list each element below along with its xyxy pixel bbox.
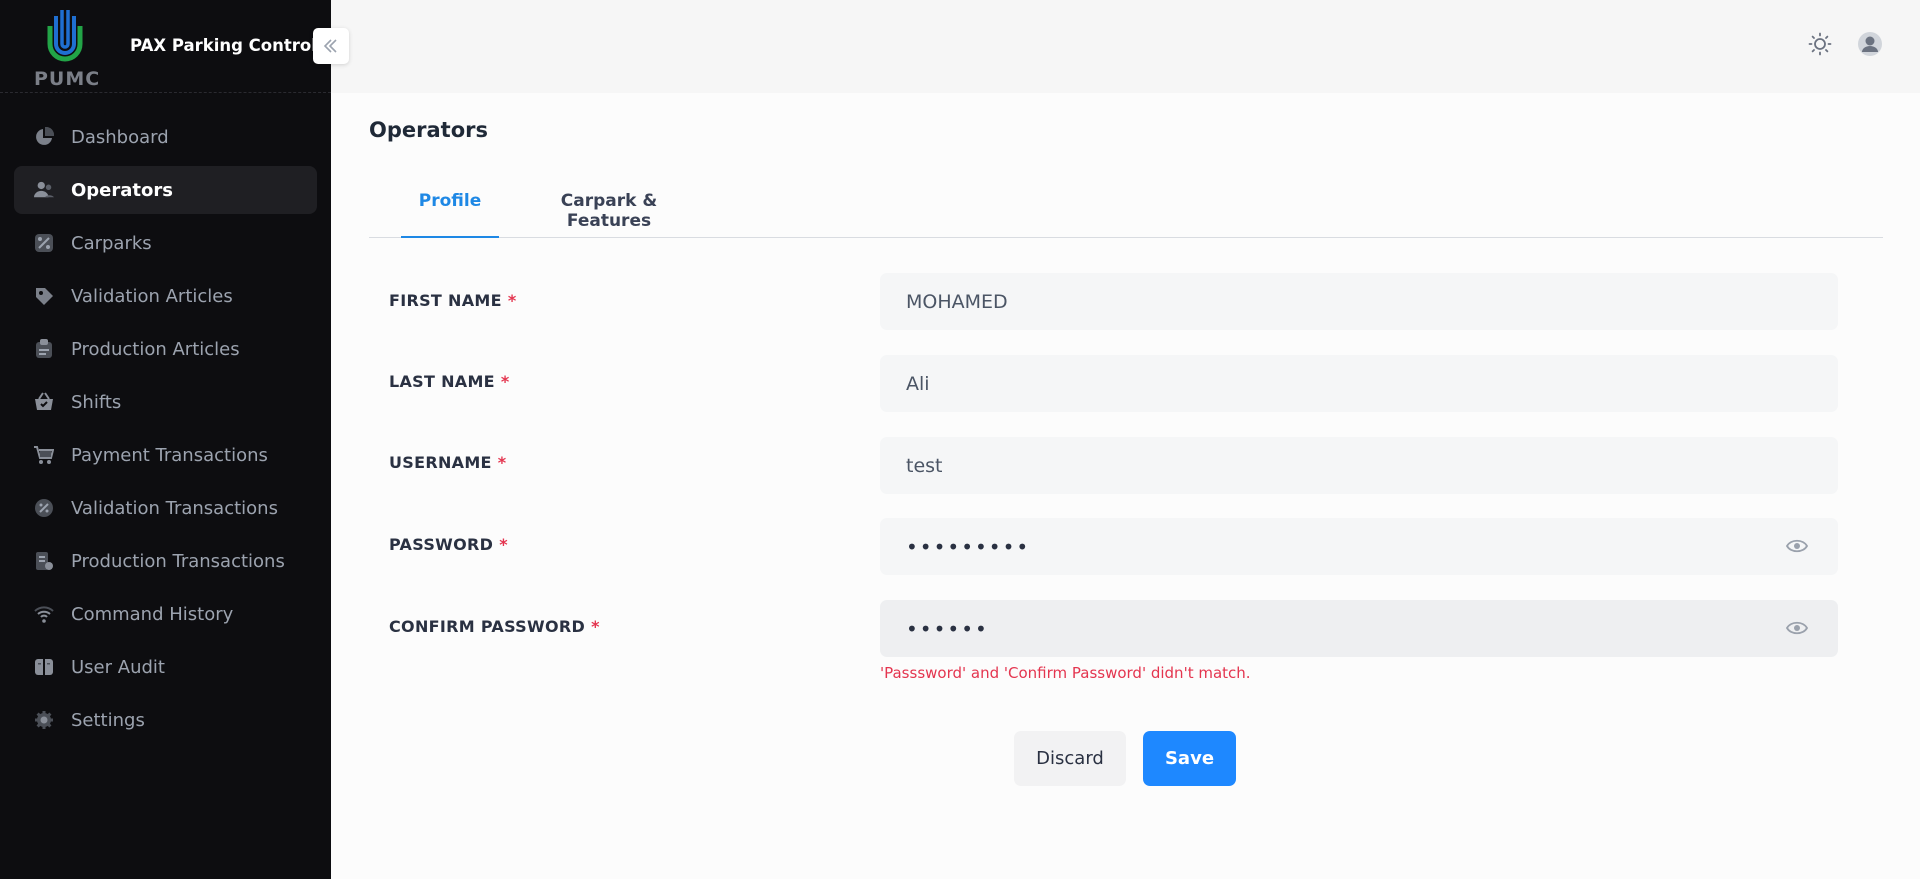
- pumc-logo: PUMC: [30, 8, 101, 90]
- sidebar-item-label: Carparks: [71, 232, 152, 254]
- discard-button[interactable]: Discard: [1014, 731, 1126, 786]
- required-marker: *: [591, 617, 600, 636]
- required-marker: *: [507, 291, 517, 310]
- app-name: PAX Parking Control: [130, 36, 317, 55]
- eye-icon[interactable]: [1786, 537, 1808, 555]
- eye-icon[interactable]: [1786, 619, 1808, 637]
- user-menu-button[interactable]: [1856, 30, 1884, 58]
- pie-chart-icon: [34, 127, 54, 147]
- sidebar-item-payment-transactions[interactable]: Payment Transactions: [14, 431, 317, 479]
- user-avatar-icon: [1858, 32, 1882, 56]
- sidebar-item-settings[interactable]: Settings: [14, 696, 317, 744]
- sidebar-item-production-articles[interactable]: Production Articles: [14, 325, 317, 373]
- confirm-password-label: CONFIRM PASSWORD *: [389, 617, 600, 636]
- brand: PUMC PAX Parking Control: [0, 0, 331, 93]
- tag-icon: [34, 286, 54, 306]
- wifi-icon: [34, 604, 54, 624]
- receipt-icon: [34, 339, 54, 359]
- sun-icon: [1808, 32, 1832, 56]
- logo-mark-icon: [47, 10, 83, 62]
- sidebar-collapse-button[interactable]: [313, 28, 349, 64]
- last-name-label: LAST NAME *: [389, 372, 510, 391]
- sidebar-item-label: Settings: [71, 709, 145, 731]
- sidebar-item-command-history[interactable]: Command History: [14, 590, 317, 638]
- sidebar-item-production-transactions[interactable]: Production Transactions: [14, 537, 317, 585]
- sidebar-item-carparks[interactable]: Carparks: [14, 219, 317, 267]
- main-content: Operators Profile Carpark & Features FIR…: [331, 93, 1920, 879]
- page-title: Operators: [369, 118, 488, 142]
- discount-badge-icon: [34, 498, 54, 518]
- sidebar-item-dashboard[interactable]: Dashboard: [14, 113, 317, 161]
- gear-icon: [34, 710, 54, 730]
- tab-carpark-features[interactable]: Carpark & Features: [519, 183, 699, 238]
- first-name-field[interactable]: MOHAMED: [880, 273, 1838, 330]
- password-mismatch-error: 'Passsword' and 'Confirm Password' didn'…: [880, 664, 1251, 682]
- sidebar-item-label: Production Articles: [71, 338, 240, 360]
- tab-profile[interactable]: Profile: [401, 183, 499, 238]
- sidebar-item-shifts[interactable]: Shifts: [14, 378, 317, 426]
- sidebar-item-label: Command History: [71, 603, 234, 625]
- sidebar-item-label: User Audit: [71, 656, 165, 678]
- top-header: [331, 0, 1920, 93]
- sidebar-item-label: Shifts: [71, 391, 122, 413]
- sidebar-item-label: Production Transactions: [71, 550, 285, 572]
- sidebar-item-label: Payment Transactions: [71, 444, 268, 466]
- username-label: USERNAME *: [389, 453, 507, 472]
- sidebar-item-validation-transactions[interactable]: Validation Transactions: [14, 484, 317, 532]
- document-icon: [34, 551, 54, 571]
- users-icon: [34, 180, 54, 200]
- password-label: PASSWORD *: [389, 535, 508, 554]
- last-name-field[interactable]: Ali: [880, 355, 1838, 412]
- logo-text: PUMC: [34, 68, 101, 90]
- first-name-label: FIRST NAME *: [389, 291, 517, 310]
- sidebar: PUMC PAX Parking Control Dashboard Opera…: [0, 0, 331, 879]
- password-field[interactable]: •••••••••: [880, 518, 1838, 575]
- tab-bar: Profile Carpark & Features: [369, 183, 1883, 238]
- sidebar-item-label: Dashboard: [71, 126, 169, 148]
- sidebar-nav: Dashboard Operators Carparks Validation …: [0, 113, 331, 749]
- password-value: •••••••••: [906, 534, 1031, 559]
- username-field[interactable]: test: [880, 437, 1838, 494]
- required-marker: *: [500, 372, 510, 391]
- sidebar-item-label: Validation Transactions: [71, 497, 278, 519]
- required-marker: *: [499, 535, 508, 554]
- theme-toggle-button[interactable]: [1806, 30, 1834, 58]
- save-button[interactable]: Save: [1143, 731, 1236, 786]
- sidebar-item-label: Validation Articles: [71, 285, 233, 307]
- sidebar-item-validation-articles[interactable]: Validation Articles: [14, 272, 317, 320]
- sidebar-item-user-audit[interactable]: User Audit: [14, 643, 317, 691]
- sidebar-item-operators[interactable]: Operators: [14, 166, 317, 214]
- cart-icon: [34, 445, 54, 465]
- double-chevron-left-icon: [323, 39, 337, 53]
- sidebar-item-label: Operators: [71, 179, 173, 201]
- confirm-password-field[interactable]: ••••••: [880, 600, 1838, 657]
- confirm-password-value: ••••••: [906, 616, 989, 641]
- basket-icon: [34, 392, 54, 412]
- book-icon: [34, 657, 54, 677]
- percent-tag-icon: [34, 233, 54, 253]
- required-marker: *: [497, 453, 507, 472]
